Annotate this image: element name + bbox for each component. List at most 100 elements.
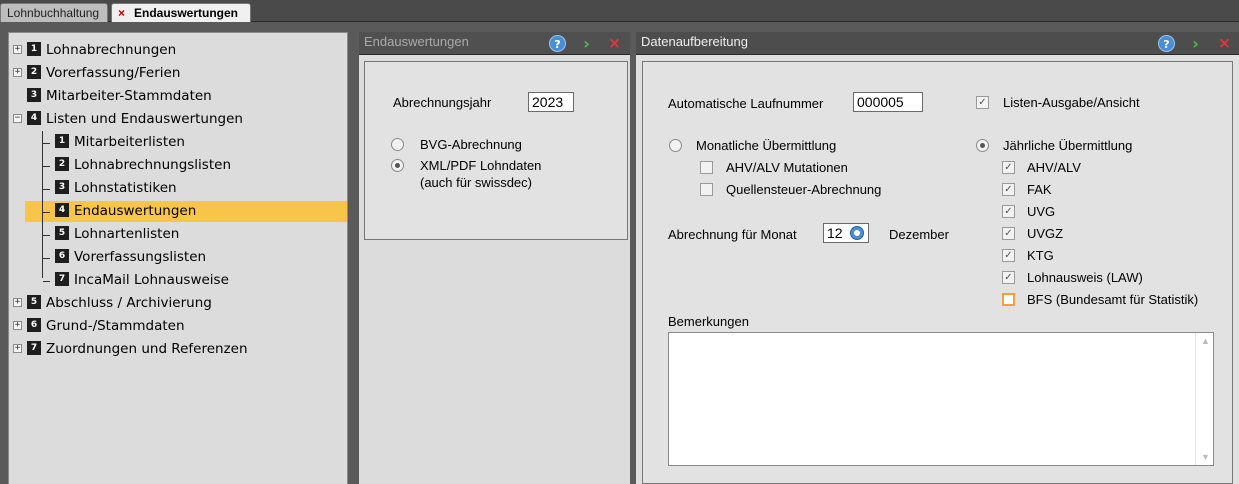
panel-title: Endauswertungen <box>364 34 469 49</box>
tree-item-lohnabrechnungen[interactable]: 1 Lohnabrechnungen <box>27 40 176 60</box>
fak-checkbox[interactable]: ✓ <box>1002 183 1015 196</box>
bvg-abrechnung-radio[interactable] <box>391 138 404 151</box>
ahv-mutationen-checkbox[interactable] <box>700 161 713 174</box>
item-number: 7 <box>27 341 41 355</box>
item-number: 2 <box>27 65 41 79</box>
endauswertungen-panel: Endauswertungen ? › × Abrechnungsjahr 20… <box>359 32 630 484</box>
tree-item-mitarbeiter-stammdaten[interactable]: 3 Mitarbeiter-Stammdaten <box>27 86 212 106</box>
tab-label: Lohnbuchhaltung <box>7 6 100 20</box>
tree-item-abschluss-archivierung[interactable]: 5 Abschluss / Archivierung <box>27 293 212 313</box>
endauswertungen-form: Abrechnungsjahr 2023 BVG-Abrechnung XML/… <box>364 61 628 240</box>
run-arrow-icon[interactable]: › <box>1187 35 1204 52</box>
tree-item-label: Grund-/Stammdaten <box>46 318 185 334</box>
monat-spinner-input[interactable]: 12 <box>823 223 869 243</box>
tree-item-lohnstatistiken[interactable]: 3 Lohnstatistiken <box>55 178 177 198</box>
scroll-down-icon[interactable]: ▼ <box>1201 452 1210 462</box>
collapse-icon[interactable]: − <box>13 114 22 123</box>
datenaufbereitung-panel: Datenaufbereitung ? › × Automatische Lau… <box>636 32 1239 484</box>
abrechnungsjahr-input[interactable]: 2023 <box>528 92 574 112</box>
monatliche-uebermittlung-radio[interactable] <box>669 139 682 152</box>
close-icon[interactable]: × <box>1216 35 1233 52</box>
fak-label: FAK <box>1027 182 1052 197</box>
tree-connector <box>43 212 50 213</box>
jaehrliche-uebermittlung-label: Jährliche Übermittlung <box>1003 138 1133 153</box>
tree-connector-line <box>42 131 43 278</box>
tree-item-label: Abschluss / Archivierung <box>46 295 212 311</box>
tree-item-lohnartenlisten[interactable]: 5 Lohnartenlisten <box>55 224 179 244</box>
item-number: 3 <box>55 180 69 194</box>
tab-label: Endauswertungen <box>134 6 239 20</box>
bemerkungen-textarea[interactable]: ▲ ▼ <box>668 332 1214 466</box>
tree-item-label: Lohnabrechnungen <box>46 42 177 58</box>
item-number: 4 <box>55 203 69 217</box>
lohnausweis-label: Lohnausweis (LAW) <box>1027 270 1143 285</box>
tree-item-label: Lohnabrechnungslisten <box>74 157 231 173</box>
quellensteuer-label: Quellensteuer-Abrechnung <box>726 182 882 197</box>
tree-connector <box>43 189 50 190</box>
quellensteuer-checkbox[interactable] <box>700 183 713 196</box>
datenaufbereitung-form: Automatische Laufnummer 000005 ✓ Listen-… <box>642 61 1233 484</box>
tree-connector <box>43 235 50 236</box>
item-number: 7 <box>55 272 69 286</box>
lohnausweis-checkbox[interactable]: ✓ <box>1002 271 1015 284</box>
tree-item-vorerfassung-ferien[interactable]: 2 Vorerfassung/Ferien <box>27 63 180 83</box>
tree-item-lohnabrechnungslisten[interactable]: 2 Lohnabrechnungslisten <box>55 155 231 175</box>
ahv-alv-label: AHV/ALV <box>1027 160 1081 175</box>
close-icon[interactable]: × <box>606 35 623 52</box>
scrollbar[interactable]: ▲ ▼ <box>1195 333 1213 465</box>
tree-item-incamail-lohnausweise[interactable]: 7 IncaMail Lohnausweise <box>55 270 229 290</box>
bfs-checkbox[interactable] <box>1002 293 1015 306</box>
uvgz-checkbox[interactable]: ✓ <box>1002 227 1015 240</box>
tree-item-label: Mitarbeiter-Stammdaten <box>46 88 212 104</box>
item-number: 2 <box>55 157 69 171</box>
listen-ausgabe-label: Listen-Ausgabe/Ansicht <box>1003 95 1140 110</box>
tree-item-label: Vorerfassungslisten <box>74 249 207 265</box>
xml-pdf-lohndaten-label: XML/PDF Lohndaten <box>420 158 542 173</box>
tab-close-icon[interactable]: × <box>118 4 125 22</box>
tree-item-label: Zuordnungen und Referenzen <box>46 341 248 357</box>
tree-connector <box>43 143 50 144</box>
expand-icon[interactable]: + <box>13 298 22 307</box>
expand-icon[interactable]: + <box>13 344 22 353</box>
expand-icon[interactable]: + <box>13 45 22 54</box>
bfs-label: BFS (Bundesamt für Statistik) <box>1027 292 1199 307</box>
laufnummer-label: Automatische Laufnummer <box>668 96 824 111</box>
tree-item-vorerfassungslisten[interactable]: 6 Vorerfassungslisten <box>55 247 206 267</box>
item-number: 6 <box>55 249 69 263</box>
scroll-up-icon[interactable]: ▲ <box>1201 336 1210 346</box>
abrechnungsjahr-label: Abrechnungsjahr <box>393 95 492 110</box>
ahv-mutationen-label: AHV/ALV Mutationen <box>726 160 848 175</box>
ahv-alv-checkbox[interactable]: ✓ <box>1002 161 1015 174</box>
tree-item-label: Listen und Endauswertungen <box>46 111 243 127</box>
item-number: 5 <box>55 226 69 240</box>
uvg-checkbox[interactable]: ✓ <box>1002 205 1015 218</box>
tree-item-label: Endauswertungen <box>74 203 197 219</box>
help-icon[interactable]: ? <box>549 35 566 52</box>
item-number: 1 <box>27 42 41 56</box>
tree-connector <box>43 258 50 259</box>
expand-icon[interactable]: + <box>13 68 22 77</box>
item-number: 5 <box>27 295 41 309</box>
item-number: 3 <box>27 88 41 102</box>
monat-value: 12 <box>827 225 843 241</box>
spinner-icon[interactable] <box>850 226 864 240</box>
tree-item-grund-stammdaten[interactable]: 6 Grund-/Stammdaten <box>27 316 185 336</box>
ktg-checkbox[interactable]: ✓ <box>1002 249 1015 262</box>
tab-endauswertungen[interactable]: × Endauswertungen <box>111 3 251 22</box>
tree-item-mitarbeiterlisten[interactable]: 1 Mitarbeiterlisten <box>55 132 185 152</box>
tree-item-listen-und-endauswertungen[interactable]: 4 Listen und Endauswertungen <box>27 109 243 129</box>
jaehrliche-uebermittlung-radio[interactable] <box>976 139 989 152</box>
panel-title: Datenaufbereitung <box>641 34 748 49</box>
tab-lohnbuchhaltung[interactable]: Lohnbuchhaltung <box>0 3 108 22</box>
laufnummer-input[interactable]: 000005 <box>853 92 923 112</box>
run-arrow-icon[interactable]: › <box>578 35 595 52</box>
xml-pdf-lohndaten-radio[interactable] <box>391 159 404 172</box>
monatliche-uebermittlung-label: Monatliche Übermittlung <box>696 138 837 153</box>
expand-icon[interactable]: + <box>13 321 22 330</box>
monat-name: Dezember <box>889 227 949 242</box>
tree-item-endauswertungen[interactable]: 4 Endauswertungen <box>55 201 196 221</box>
uvgz-label: UVGZ <box>1027 226 1064 241</box>
listen-ausgabe-checkbox[interactable]: ✓ <box>976 96 989 109</box>
tree-item-zuordnungen-und-referenzen[interactable]: 7 Zuordnungen und Referenzen <box>27 339 248 359</box>
help-icon[interactable]: ? <box>1158 35 1175 52</box>
